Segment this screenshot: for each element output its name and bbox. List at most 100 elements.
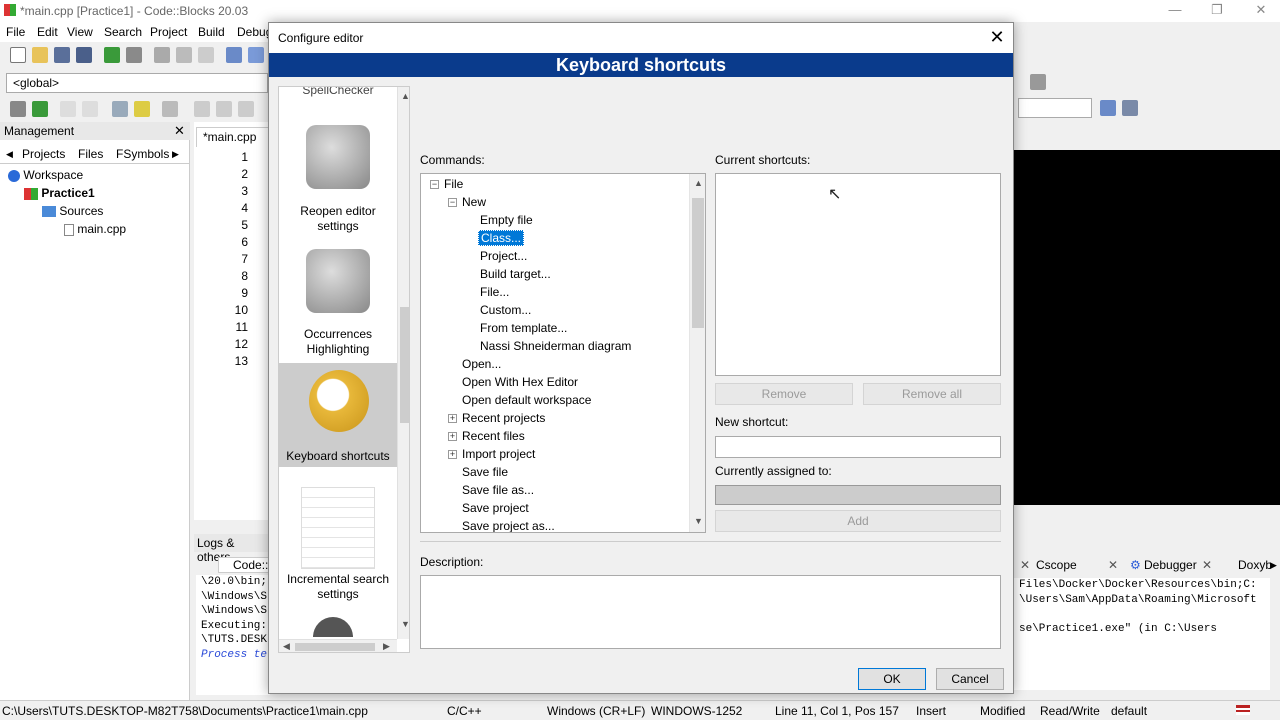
menu-edit[interactable]: Edit <box>37 25 58 39</box>
ok-button[interactable]: OK <box>858 668 926 690</box>
tree-node-file-new[interactable]: File... <box>480 283 509 301</box>
collapse-icon[interactable]: − <box>448 198 457 207</box>
tree-node-save-project-as[interactable]: Save project as... <box>462 517 555 532</box>
category-incremental-search-settings[interactable]: Incremental search settings <box>279 572 397 602</box>
replace-icon[interactable] <box>248 47 264 63</box>
tree-node-class-selected[interactable]: Class... <box>478 230 525 246</box>
current-shortcuts-list[interactable]: ↖ <box>715 173 1001 376</box>
tab-close-icon[interactable]: ✕ <box>1202 558 1212 572</box>
scroll-left-icon[interactable]: ◀ <box>283 641 290 652</box>
toolbar-icon[interactable] <box>1030 74 1046 90</box>
tab-files[interactable]: Files <box>78 147 103 161</box>
category-scroll-thumb[interactable] <box>400 307 409 423</box>
tab-scroll-left-icon[interactable]: ◀ <box>6 149 13 160</box>
category-vertical-scrollbar[interactable]: ▲ ▼ <box>397 87 409 639</box>
language-flag-icon[interactable] <box>1236 705 1250 715</box>
logs-tab-codeblocks[interactable]: Code::B <box>218 557 270 573</box>
commands-tree[interactable]: − File − New Empty file Class... Project… <box>420 173 706 533</box>
tree-sources[interactable]: Sources <box>42 202 103 220</box>
tab-close-icon[interactable]: ✕ <box>1108 558 1118 572</box>
scroll-up-icon[interactable]: ▲ <box>694 178 703 188</box>
new-file-icon[interactable] <box>10 47 26 63</box>
management-close-icon[interactable]: ✕ <box>174 123 185 139</box>
scroll-right-icon[interactable]: ▶ <box>383 641 390 652</box>
category-spellchecker[interactable]: SpellChecker <box>279 87 397 98</box>
search-settings-icon[interactable] <box>1122 100 1138 116</box>
scroll-down-icon[interactable]: ▼ <box>694 516 703 526</box>
tree-node-from-template[interactable]: From template... <box>480 319 567 337</box>
tab-cscope[interactable]: Cscope <box>1036 558 1077 572</box>
wrench-icon[interactable] <box>162 101 178 117</box>
forward-arrow-icon[interactable] <box>238 101 254 117</box>
menu-search[interactable]: Search <box>104 25 142 39</box>
editor-tab-main-cpp[interactable]: *main.cpp <box>196 127 270 147</box>
commands-scrollbar[interactable]: ▲ ▼ <box>689 174 705 532</box>
tab-projects[interactable]: Projects <box>22 147 66 161</box>
comment-icon[interactable] <box>60 101 76 117</box>
dot-icon[interactable] <box>216 101 232 117</box>
tree-node-save-file-as[interactable]: Save file as... <box>462 481 534 499</box>
maximize-button[interactable]: ❐ <box>1202 2 1232 20</box>
tree-node-open-default-workspace[interactable]: Open default workspace <box>462 391 591 409</box>
scroll-down-icon[interactable]: ▼ <box>401 619 409 629</box>
tree-node-save-file[interactable]: Save file <box>462 463 508 481</box>
scroll-up-icon[interactable]: ▲ <box>401 91 409 101</box>
category-keyboard-shortcuts[interactable]: Keyboard shortcuts <box>279 449 397 464</box>
tree-node-custom[interactable]: Custom... <box>480 301 531 319</box>
tree-node-recent-projects[interactable]: Recent projects <box>462 409 545 427</box>
tree-node-save-project[interactable]: Save project <box>462 499 529 517</box>
category-reopen-editor-settings[interactable]: Reopen editor settings <box>279 204 397 234</box>
cut-icon[interactable] <box>154 47 170 63</box>
close-window-button[interactable]: ✕ <box>1246 2 1276 20</box>
tab-fsymbols[interactable]: FSymbols <box>116 147 169 161</box>
tree-project[interactable]: Practice1 <box>24 184 95 202</box>
tabs-scroll-right-icon[interactable]: ▶ <box>1270 560 1277 571</box>
category-hscroll-thumb[interactable] <box>295 643 375 651</box>
save-all-icon[interactable] <box>76 47 92 63</box>
new-shortcut-input[interactable] <box>715 436 1001 458</box>
expand-icon[interactable]: + <box>448 450 457 459</box>
tree-node-file[interactable]: File <box>444 175 463 193</box>
uncomment-icon[interactable] <box>82 101 98 117</box>
tab-close-icon[interactable]: ✕ <box>1020 558 1030 572</box>
find-icon[interactable] <box>226 47 242 63</box>
remove-button[interactable]: Remove <box>715 383 853 405</box>
tree-workspace[interactable]: Workspace <box>8 166 83 184</box>
tree-node-open[interactable]: Open... <box>462 355 501 373</box>
tree-node-new[interactable]: New <box>462 193 486 211</box>
copy-icon[interactable] <box>176 47 192 63</box>
tab-doxyblocks[interactable]: Doxyb <box>1238 558 1272 572</box>
run-icon[interactable] <box>32 101 48 117</box>
tree-node-build-target[interactable]: Build target... <box>480 265 551 283</box>
tree-node-empty-file[interactable]: Empty file <box>480 211 533 229</box>
scope-combobox[interactable]: <global> <box>6 73 268 93</box>
settings-gear-icon[interactable] <box>10 101 26 117</box>
category-horizontal-scrollbar[interactable]: ◀ ▶ <box>279 639 397 652</box>
menu-build[interactable]: Build <box>198 25 225 39</box>
tree-node-recent-files[interactable]: Recent files <box>462 427 525 445</box>
category-occurrences-highlighting[interactable]: Occurrences Highlighting <box>279 327 397 357</box>
tree-main-cpp[interactable]: main.cpp <box>64 220 126 238</box>
tree-node-project[interactable]: Project... <box>480 247 527 265</box>
tree-node-open-hex[interactable]: Open With Hex Editor <box>462 373 578 391</box>
menu-project[interactable]: Project <box>150 25 187 39</box>
add-button[interactable]: Add <box>715 510 1001 532</box>
expand-icon[interactable]: + <box>448 432 457 441</box>
remove-all-button[interactable]: Remove all <box>863 383 1001 405</box>
tab-debugger[interactable]: Debugger <box>1144 558 1197 572</box>
tree-node-nassi-shneiderman[interactable]: Nassi Shneiderman diagram <box>480 337 631 355</box>
help-icon[interactable] <box>134 101 150 117</box>
dialog-close-icon[interactable]: ✕ <box>985 27 1009 48</box>
zoom-icon[interactable] <box>1100 100 1116 116</box>
menu-file[interactable]: File <box>6 25 25 39</box>
back-arrow-icon[interactable] <box>194 101 210 117</box>
collapse-icon[interactable]: − <box>430 180 439 189</box>
commands-scroll-thumb[interactable] <box>692 198 704 328</box>
expand-icon[interactable]: + <box>448 414 457 423</box>
menu-view[interactable]: View <box>67 25 93 39</box>
redo-icon[interactable] <box>126 47 142 63</box>
paste-icon[interactable] <box>198 47 214 63</box>
category-list[interactable]: SpellChecker Reopen editor settings Occu… <box>278 86 410 653</box>
toggle-icon[interactable] <box>112 101 128 117</box>
minimize-button[interactable]: — <box>1160 2 1190 20</box>
